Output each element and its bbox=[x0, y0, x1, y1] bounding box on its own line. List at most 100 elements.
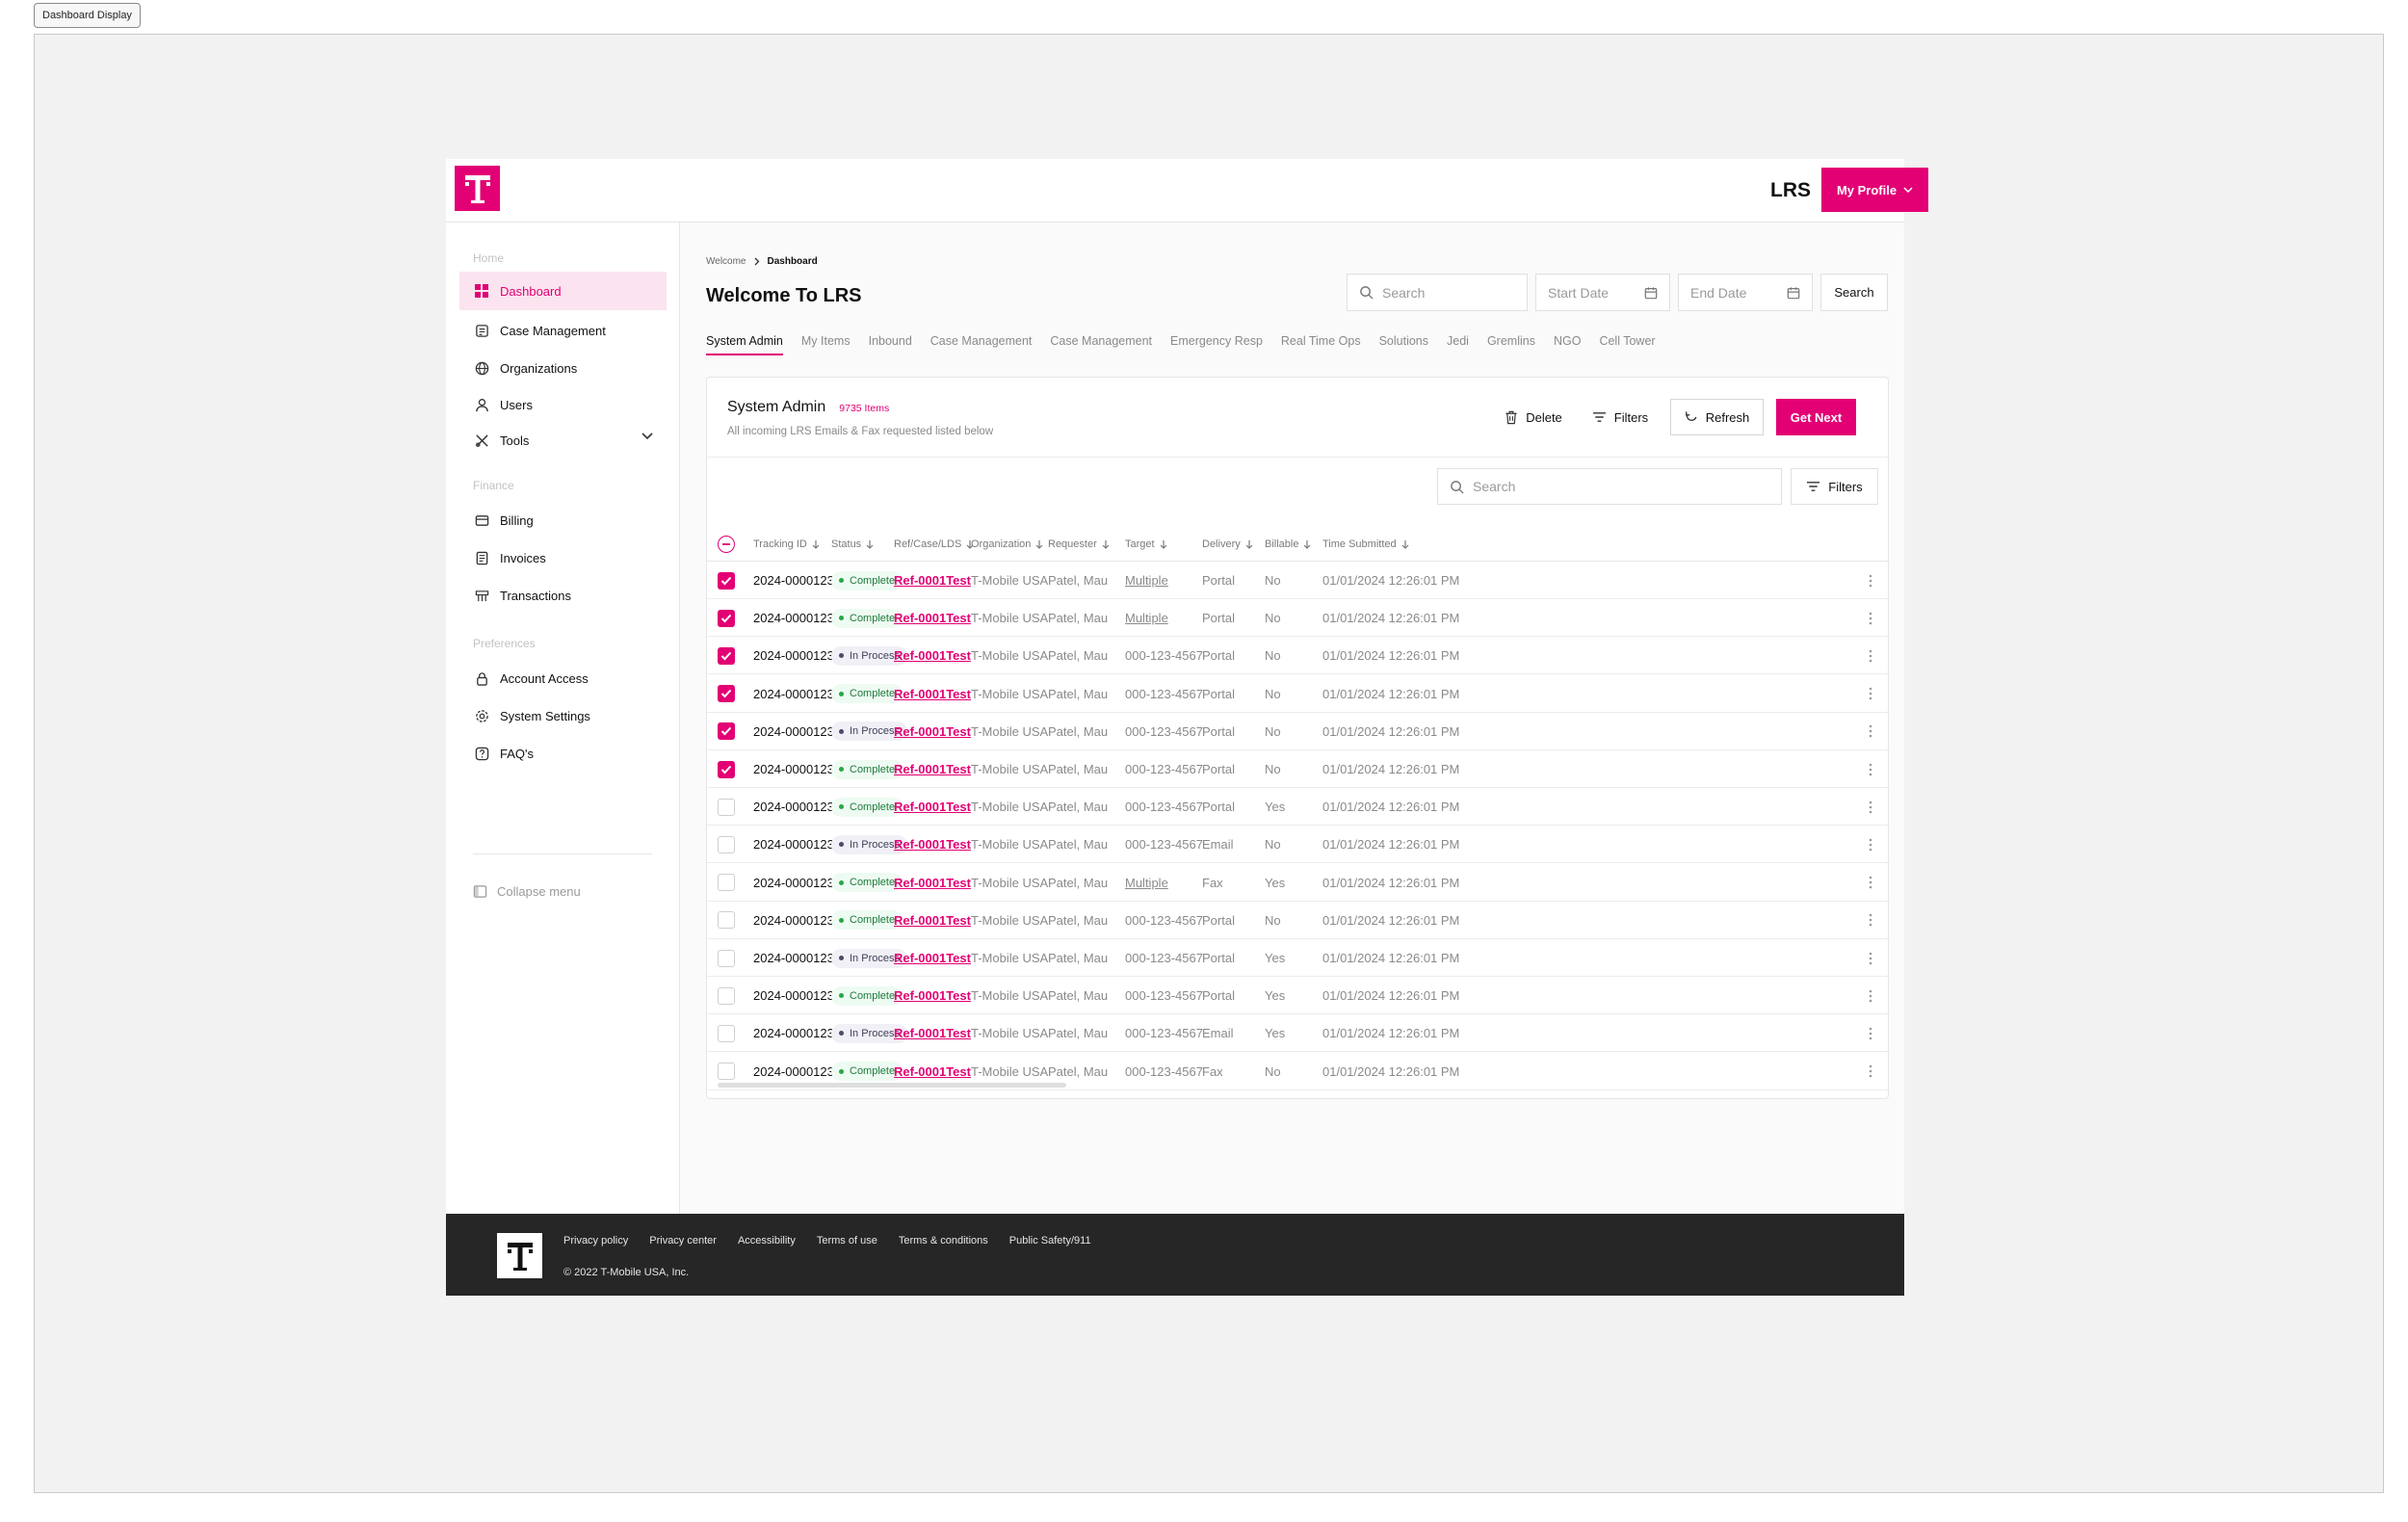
ref-cell[interactable]: Ref-0001Test bbox=[894, 864, 971, 902]
tab-ngo[interactable]: NGO bbox=[1554, 334, 1581, 355]
column-header-delivery[interactable]: Delivery bbox=[1202, 527, 1253, 562]
row-checkbox[interactable] bbox=[718, 646, 735, 665]
start-date-field[interactable] bbox=[1535, 274, 1670, 311]
calendar-icon[interactable] bbox=[1787, 286, 1800, 300]
tab-case-management[interactable]: Case Management bbox=[930, 334, 1033, 355]
column-header-requester[interactable]: Requester bbox=[1048, 527, 1110, 562]
column-header-time-submitted[interactable]: Time Submitted bbox=[1322, 527, 1409, 562]
target-cell[interactable]: Multiple bbox=[1125, 864, 1168, 902]
ref-cell[interactable]: Ref-0001Test bbox=[894, 902, 971, 939]
ref-cell[interactable]: Ref-0001Test bbox=[894, 562, 971, 599]
table-row[interactable]: 2024-00001235 Complete Ref-0001Test T-Mobil… bbox=[707, 599, 1888, 638]
more-vertical-icon[interactable] bbox=[1869, 989, 1872, 1003]
more-vertical-icon[interactable] bbox=[1869, 1027, 1872, 1040]
table-row[interactable]: 2024-00001235 In Process Ref-0001Test T-Mob… bbox=[707, 939, 1888, 977]
row-checkbox[interactable] bbox=[718, 798, 735, 816]
sidebar-item-users[interactable]: Users bbox=[459, 385, 667, 424]
more-vertical-icon[interactable] bbox=[1869, 1064, 1872, 1078]
row-checkbox[interactable] bbox=[718, 1024, 735, 1042]
ref-cell[interactable]: Ref-0001Test bbox=[894, 637, 971, 674]
row-checkbox[interactable] bbox=[718, 685, 735, 703]
more-vertical-icon[interactable] bbox=[1869, 800, 1872, 814]
table-row[interactable]: 2024-00001235 In Process Ref-0001Test T-Mob… bbox=[707, 826, 1888, 864]
tab-emergency-resp[interactable]: Emergency Resp bbox=[1170, 334, 1263, 355]
footer-link-public-safety-911[interactable]: Public Safety/911 bbox=[1009, 1235, 1091, 1246]
sidebar-item-billing[interactable]: Billing bbox=[459, 501, 667, 539]
column-header-billable[interactable]: Billable bbox=[1265, 527, 1311, 562]
ref-cell[interactable]: Ref-0001Test bbox=[894, 788, 971, 826]
get-next-button[interactable]: Get Next bbox=[1776, 399, 1856, 435]
sidebar-item-tools[interactable]: Tools bbox=[459, 421, 667, 459]
table-row[interactable]: 2024-00001235 Complete Ref-0001Test T-Mobil… bbox=[707, 864, 1888, 902]
column-header-tracking-id[interactable]: Tracking ID bbox=[753, 527, 820, 562]
sidebar-item-transactions[interactable]: Transactions bbox=[459, 576, 667, 615]
sidebar-item-organizations[interactable]: Organizations bbox=[459, 349, 667, 387]
row-checkbox[interactable] bbox=[718, 1063, 735, 1081]
target-cell[interactable]: Multiple bbox=[1125, 562, 1168, 599]
row-checkbox[interactable] bbox=[718, 835, 735, 853]
sidebar-item-faqs[interactable]: FAQ's bbox=[459, 734, 667, 773]
tab-my-items[interactable]: My Items bbox=[801, 334, 851, 355]
table-row[interactable]: 2024-00001235 Complete Ref-0001Test T-Mobil… bbox=[707, 977, 1888, 1015]
more-vertical-icon[interactable] bbox=[1869, 612, 1872, 625]
table-row[interactable]: 2024-00001235 In Process Ref-0001Test T-Mob… bbox=[707, 713, 1888, 750]
column-header-organization[interactable]: Organization bbox=[971, 527, 1043, 562]
table-search-field[interactable] bbox=[1437, 468, 1782, 505]
footer-link-terms-conditions[interactable]: Terms & conditions bbox=[899, 1235, 988, 1246]
more-vertical-icon[interactable] bbox=[1869, 574, 1872, 588]
more-vertical-icon[interactable] bbox=[1869, 838, 1872, 852]
row-checkbox[interactable] bbox=[718, 986, 735, 1005]
more-vertical-icon[interactable] bbox=[1869, 763, 1872, 776]
tab-system-admin[interactable]: System Admin bbox=[706, 334, 783, 355]
ref-cell[interactable]: Ref-0001Test bbox=[894, 599, 971, 637]
sidebar-item-invoices[interactable]: Invoices bbox=[459, 538, 667, 577]
more-vertical-icon[interactable] bbox=[1869, 876, 1872, 889]
ref-cell[interactable]: Ref-0001Test bbox=[894, 750, 971, 788]
tab-inbound[interactable]: Inbound bbox=[869, 334, 912, 355]
end-date-input[interactable] bbox=[1690, 284, 1787, 301]
ref-cell[interactable]: Ref-0001Test bbox=[894, 1014, 971, 1052]
table-row[interactable]: 2024-00001235 Complete Ref-0001Test T-Mobil… bbox=[707, 562, 1888, 599]
table-row[interactable]: 2024-00001235 In Process Ref-0001Test T-Mob… bbox=[707, 1014, 1888, 1053]
sidebar-item-dashboard[interactable]: Dashboard bbox=[459, 272, 667, 310]
select-all-checkbox[interactable] bbox=[718, 536, 735, 553]
global-search-input[interactable] bbox=[1382, 284, 1515, 301]
column-header-target[interactable]: Target bbox=[1125, 527, 1167, 562]
filters-button[interactable]: Filters bbox=[1580, 399, 1661, 435]
row-checkbox[interactable] bbox=[718, 571, 735, 590]
ref-cell[interactable]: Ref-0001Test bbox=[894, 675, 971, 713]
column-header-ref[interactable]: Ref/Case/LDS bbox=[894, 527, 974, 562]
tab-case-management[interactable]: Case Management bbox=[1050, 334, 1152, 355]
table-row[interactable]: 2024-00001235 Complete Ref-0001Test T-Mobil… bbox=[707, 788, 1888, 827]
table-row[interactable]: 2024-00001235 Complete Ref-0001Test T-Mobil… bbox=[707, 902, 1888, 939]
delete-button[interactable]: Delete bbox=[1495, 399, 1572, 435]
more-vertical-icon[interactable] bbox=[1869, 724, 1872, 738]
table-row[interactable]: 2024-00001235 Complete Ref-0001Test T-Mobil… bbox=[707, 750, 1888, 788]
sidebar-item-account-access[interactable]: Account Access bbox=[459, 659, 667, 697]
breadcrumb-item-welcome[interactable]: Welcome bbox=[706, 256, 746, 267]
ref-cell[interactable]: Ref-0001Test bbox=[894, 826, 971, 863]
horizontal-scrollbar[interactable] bbox=[718, 1083, 1066, 1088]
collapse-menu-button[interactable]: Collapse menu bbox=[473, 884, 581, 899]
row-checkbox[interactable] bbox=[718, 760, 735, 778]
footer-tmobile-logo[interactable] bbox=[497, 1233, 542, 1278]
more-vertical-icon[interactable] bbox=[1869, 687, 1872, 700]
tab-cell-tower[interactable]: Cell Tower bbox=[1599, 334, 1655, 355]
row-checkbox[interactable] bbox=[718, 949, 735, 967]
more-vertical-icon[interactable] bbox=[1869, 649, 1872, 663]
row-checkbox[interactable] bbox=[718, 874, 735, 892]
more-vertical-icon[interactable] bbox=[1869, 913, 1872, 927]
footer-link-accessibility[interactable]: Accessibility bbox=[738, 1235, 796, 1246]
sidebar-item-case-management[interactable]: Case Management bbox=[459, 311, 667, 350]
table-row[interactable]: 2024-00001235 Complete Ref-0001Test T-Mobil… bbox=[707, 675, 1888, 713]
search-button[interactable]: Search bbox=[1820, 274, 1888, 311]
ref-cell[interactable]: Ref-0001Test bbox=[894, 939, 971, 977]
my-profile-button[interactable]: My Profile bbox=[1821, 168, 1928, 212]
ref-cell[interactable]: Ref-0001Test bbox=[894, 977, 971, 1014]
tab-gremlins[interactable]: Gremlins bbox=[1487, 334, 1535, 355]
tab-real-time-ops[interactable]: Real Time Ops bbox=[1281, 334, 1361, 355]
tab-solutions[interactable]: Solutions bbox=[1379, 334, 1428, 355]
global-search-field[interactable] bbox=[1347, 274, 1528, 311]
footer-link-privacy-policy[interactable]: Privacy policy bbox=[563, 1235, 628, 1246]
more-vertical-icon[interactable] bbox=[1869, 952, 1872, 965]
